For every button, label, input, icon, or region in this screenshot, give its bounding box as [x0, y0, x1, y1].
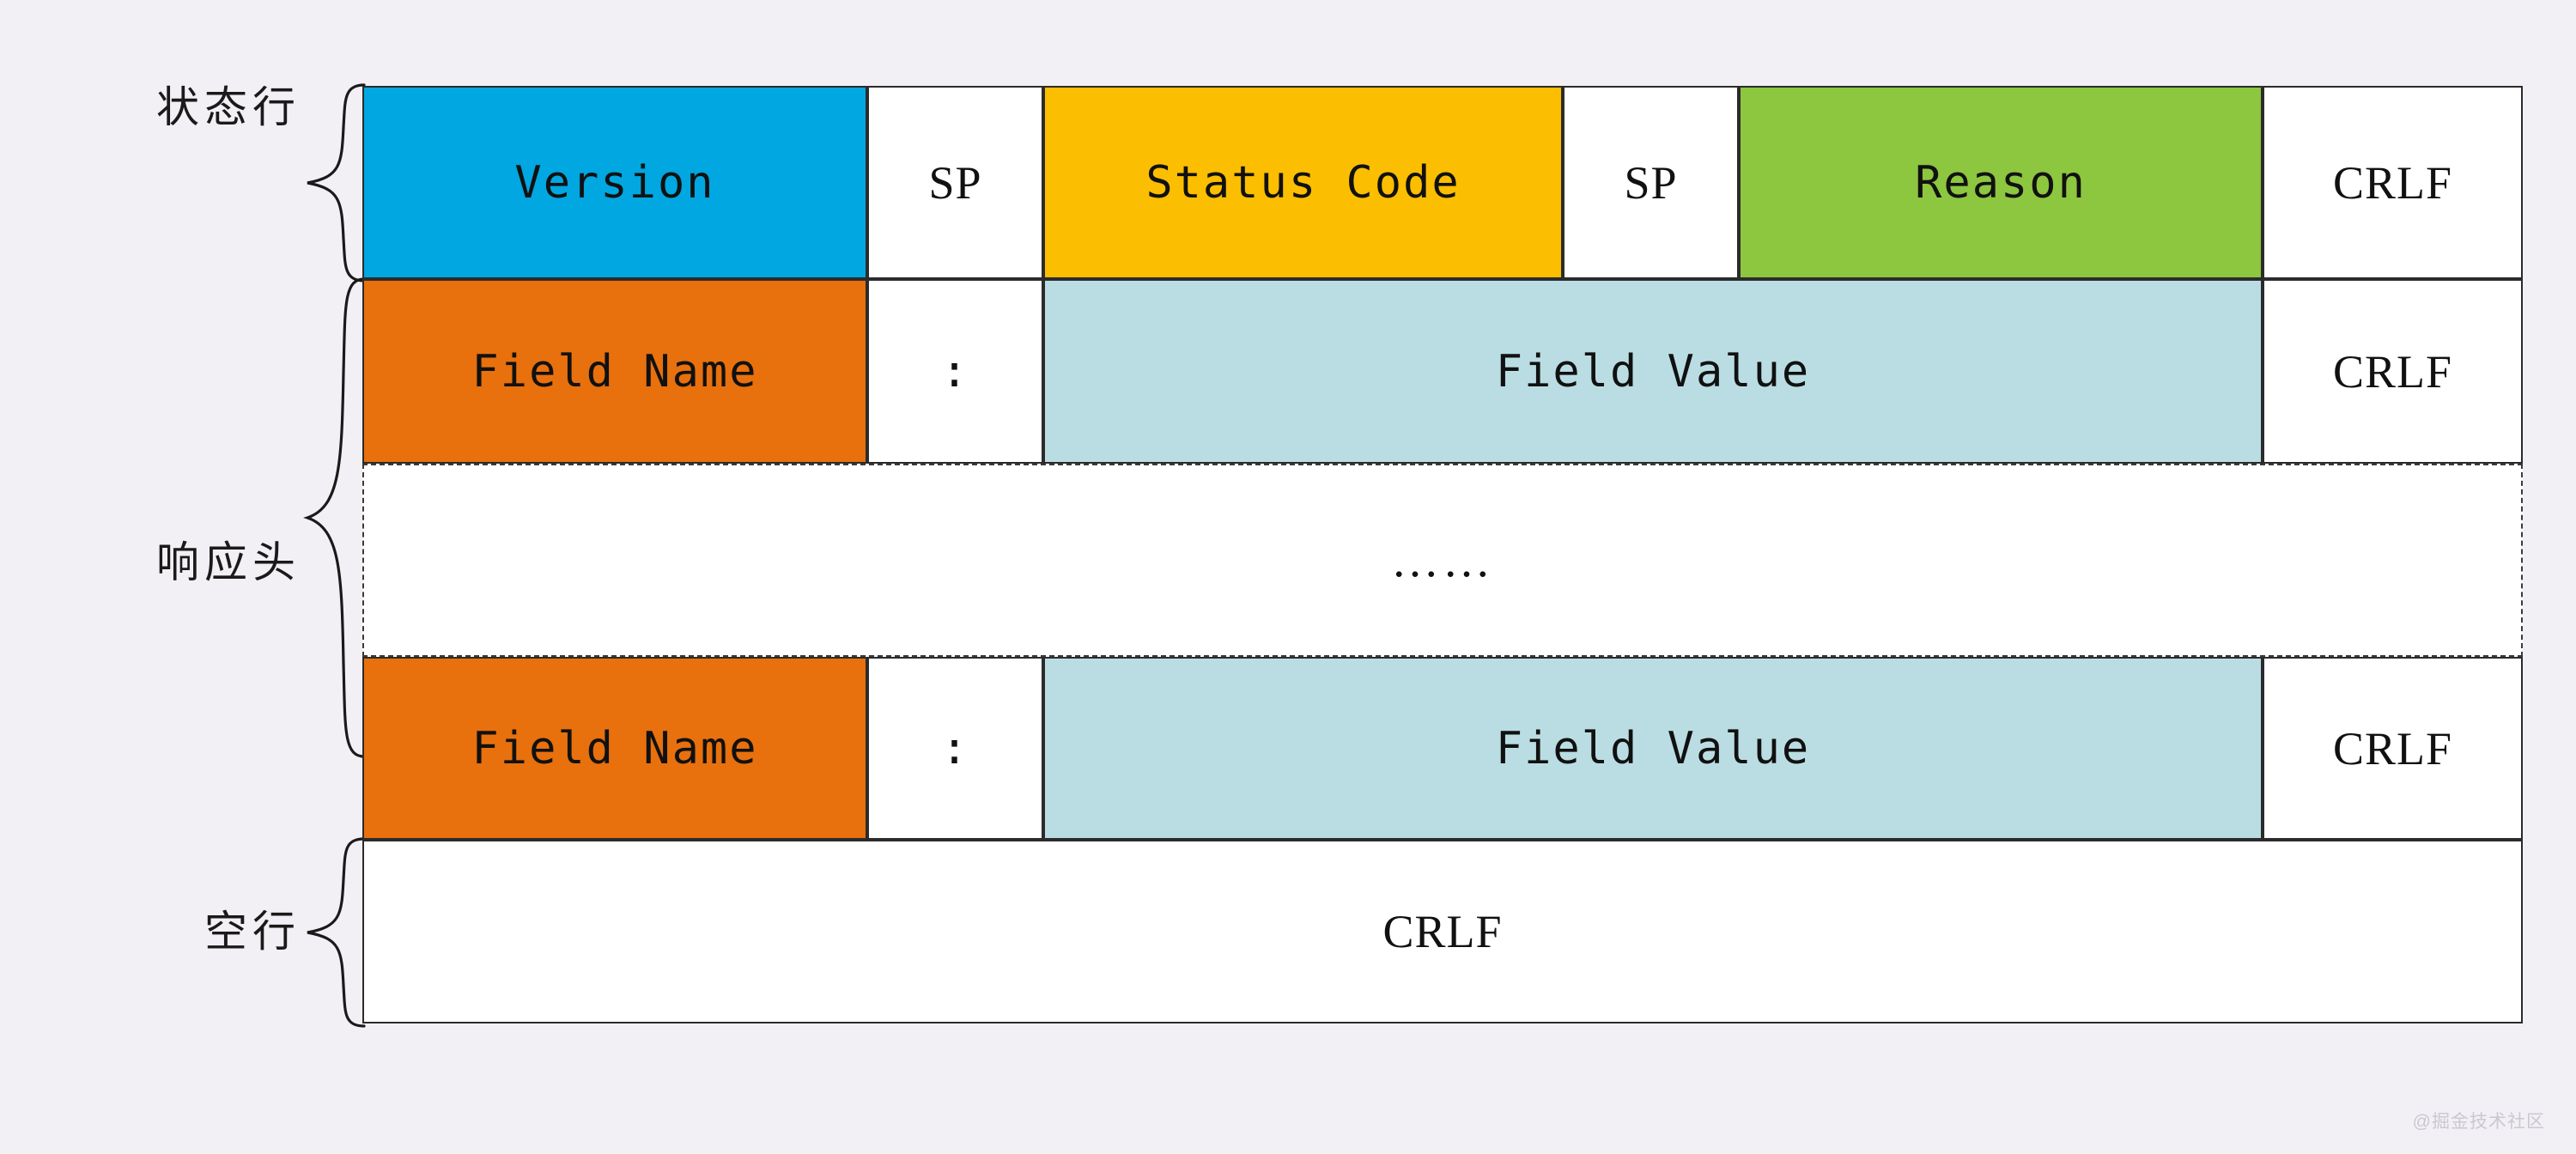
status-line-row: Version SP Status Code SP Reason CRLF [362, 86, 2523, 279]
group-label-status-line: 状态行 [156, 83, 301, 131]
cell-status-code: Status Code [1043, 86, 1563, 279]
cell-sp-first: SP [867, 86, 1043, 279]
header-field-row-last: Field Name : Field Value CRLF [362, 657, 2523, 840]
cell-ellipsis: …… [362, 464, 2523, 657]
cell-field-value-first: Field Value [1043, 279, 2263, 464]
diagram-canvas: 状态行 响应头 空行 Version SP Status Code SP Rea… [0, 0, 2576, 1154]
http-response-structure-table: Version SP Status Code SP Reason CRLF Fi… [362, 86, 2523, 1023]
cell-crlf-blank-line: CRLF [362, 840, 2523, 1023]
cell-field-name-last: Field Name [362, 657, 867, 840]
cell-crlf-status-line: CRLF [2263, 86, 2523, 279]
cell-crlf-header-last: CRLF [2263, 657, 2523, 840]
brace-response-headers [303, 277, 366, 758]
cell-field-name-first: Field Name [362, 279, 867, 464]
brace-blank-line [307, 837, 366, 1028]
group-label-blank-line: 空行 [204, 908, 301, 956]
ellipsis-row: …… [362, 464, 2523, 657]
blank-line-row: CRLF [362, 840, 2523, 1023]
group-label-response-headers: 响应头 [156, 538, 301, 586]
cell-colon-first: : [867, 279, 1043, 464]
watermark: @掘金技术社区 [2412, 1112, 2545, 1132]
cell-crlf-header-first: CRLF [2263, 279, 2523, 464]
cell-sp-second: SP [1563, 86, 1739, 279]
brace-status-line [307, 83, 366, 282]
cell-reason: Reason [1739, 86, 2263, 279]
cell-version: Version [362, 86, 867, 279]
cell-colon-last: : [867, 657, 1043, 840]
header-field-row-first: Field Name : Field Value CRLF [362, 279, 2523, 464]
cell-field-value-last: Field Value [1043, 657, 2263, 840]
